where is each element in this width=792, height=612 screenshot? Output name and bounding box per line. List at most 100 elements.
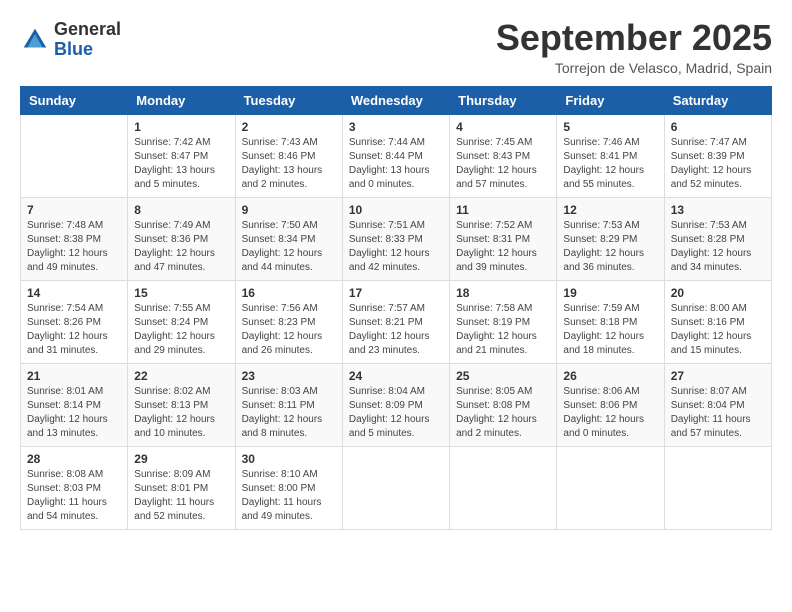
sunrise-text: Sunrise: 8:05 AM <box>456 385 550 399</box>
sunset-text: Sunset: 8:36 PM <box>134 233 228 247</box>
sunset-text: Sunset: 8:38 PM <box>27 233 121 247</box>
sunset-text: Sunset: 8:31 PM <box>456 233 550 247</box>
day-number: 28 <box>27 452 121 466</box>
calendar-cell: 25 Sunrise: 8:05 AMSunset: 8:08 PMDayligh… <box>450 364 557 447</box>
sunset-text: Sunset: 8:29 PM <box>563 233 657 247</box>
daylight-text: Daylight: 12 hours and 34 minutes. <box>671 247 765 275</box>
sunrise-text: Sunrise: 7:46 AM <box>563 136 657 150</box>
sunrise-text: Sunrise: 7:48 AM <box>27 219 121 233</box>
day-info: Sunrise: 7:50 AMSunset: 8:34 PMDaylight:… <box>242 219 336 275</box>
calendar-cell: 1 Sunrise: 7:42 AMSunset: 8:47 PMDaylight… <box>128 115 235 198</box>
calendar-cell: 28Sunrise: 8:08 AMSunset: 8:03 PMDayligh… <box>21 447 128 530</box>
day-number: 4 <box>456 120 550 134</box>
day-number: 14 <box>27 286 121 300</box>
day-info: Sunrise: 7:42 AMSunset: 8:47 PMDaylight:… <box>134 136 228 192</box>
calendar: SundayMondayTuesdayWednesdayThursdayFrid… <box>20 86 772 530</box>
week-row-3: 14 Sunrise: 7:54 AMSunset: 8:26 PMDayligh… <box>21 281 772 364</box>
sunrise-text: Sunrise: 7:55 AM <box>134 302 228 316</box>
day-number: 30 <box>242 452 336 466</box>
sunrise-text: Sunrise: 7:56 AM <box>242 302 336 316</box>
day-number: 9 <box>242 203 336 217</box>
day-info: Sunrise: 7:53 AMSunset: 8:28 PMDaylight:… <box>671 219 765 275</box>
day-info: Sunrise: 7:53 AMSunset: 8:29 PMDaylight:… <box>563 219 657 275</box>
daylight-text: Daylight: 12 hours and 42 minutes. <box>349 247 443 275</box>
daylight-text: Daylight: 12 hours and 18 minutes. <box>563 330 657 358</box>
weekday-row: SundayMondayTuesdayWednesdayThursdayFrid… <box>21 87 772 115</box>
sunrise-text: Sunrise: 8:09 AM <box>134 468 228 482</box>
sunset-text: Sunset: 8:00 PM <box>242 482 336 496</box>
sunset-text: Sunset: 8:16 PM <box>671 316 765 330</box>
daylight-text: Daylight: 11 hours and 54 minutes. <box>27 496 121 524</box>
week-row-5: 28Sunrise: 8:08 AMSunset: 8:03 PMDayligh… <box>21 447 772 530</box>
daylight-text: Daylight: 12 hours and 47 minutes. <box>134 247 228 275</box>
calendar-cell: 13 Sunrise: 7:53 AMSunset: 8:28 PMDayligh… <box>664 198 771 281</box>
day-number: 6 <box>671 120 765 134</box>
weekday-thursday: Thursday <box>450 87 557 115</box>
daylight-text: Daylight: 12 hours and 57 minutes. <box>456 164 550 192</box>
sunset-text: Sunset: 8:01 PM <box>134 482 228 496</box>
daylight-text: Daylight: 11 hours and 57 minutes. <box>671 413 765 441</box>
day-number: 29 <box>134 452 228 466</box>
day-info: Sunrise: 7:46 AMSunset: 8:41 PMDaylight:… <box>563 136 657 192</box>
sunrise-text: Sunrise: 8:02 AM <box>134 385 228 399</box>
daylight-text: Daylight: 12 hours and 55 minutes. <box>563 164 657 192</box>
day-number: 21 <box>27 369 121 383</box>
day-number: 24 <box>349 369 443 383</box>
daylight-text: Daylight: 13 hours and 5 minutes. <box>134 164 228 192</box>
day-info: Sunrise: 8:04 AMSunset: 8:09 PMDaylight:… <box>349 385 443 441</box>
logo-text: General Blue <box>54 20 121 60</box>
day-info: Sunrise: 8:05 AMSunset: 8:08 PMDaylight:… <box>456 385 550 441</box>
calendar-body: 1 Sunrise: 7:42 AMSunset: 8:47 PMDaylight… <box>21 115 772 530</box>
day-number: 25 <box>456 369 550 383</box>
calendar-cell: 24 Sunrise: 8:04 AMSunset: 8:09 PMDayligh… <box>342 364 449 447</box>
day-info: Sunrise: 7:45 AMSunset: 8:43 PMDaylight:… <box>456 136 550 192</box>
day-number: 13 <box>671 203 765 217</box>
sunset-text: Sunset: 8:21 PM <box>349 316 443 330</box>
day-number: 7 <box>27 203 121 217</box>
sunrise-text: Sunrise: 8:06 AM <box>563 385 657 399</box>
day-number: 1 <box>134 120 228 134</box>
sunrise-text: Sunrise: 7:51 AM <box>349 219 443 233</box>
sunset-text: Sunset: 8:03 PM <box>27 482 121 496</box>
calendar-cell: 3Sunrise: 7:44 AMSunset: 8:44 PMDaylight… <box>342 115 449 198</box>
sunrise-text: Sunrise: 8:00 AM <box>671 302 765 316</box>
sunrise-text: Sunrise: 7:57 AM <box>349 302 443 316</box>
day-info: Sunrise: 8:06 AMSunset: 8:06 PMDaylight:… <box>563 385 657 441</box>
daylight-text: Daylight: 12 hours and 44 minutes. <box>242 247 336 275</box>
daylight-text: Daylight: 12 hours and 29 minutes. <box>134 330 228 358</box>
calendar-cell: 23Sunrise: 8:03 AMSunset: 8:11 PMDayligh… <box>235 364 342 447</box>
daylight-text: Daylight: 11 hours and 52 minutes. <box>134 496 228 524</box>
sunset-text: Sunset: 8:19 PM <box>456 316 550 330</box>
day-info: Sunrise: 8:00 AMSunset: 8:16 PMDaylight:… <box>671 302 765 358</box>
sunset-text: Sunset: 8:23 PM <box>242 316 336 330</box>
day-info: Sunrise: 8:09 AMSunset: 8:01 PMDaylight:… <box>134 468 228 524</box>
day-info: Sunrise: 8:10 AMSunset: 8:00 PMDaylight:… <box>242 468 336 524</box>
sunset-text: Sunset: 8:47 PM <box>134 150 228 164</box>
daylight-text: Daylight: 12 hours and 52 minutes. <box>671 164 765 192</box>
calendar-cell: 29 Sunrise: 8:09 AMSunset: 8:01 PMDayligh… <box>128 447 235 530</box>
calendar-cell: 14 Sunrise: 7:54 AMSunset: 8:26 PMDayligh… <box>21 281 128 364</box>
calendar-cell: 15Sunrise: 7:55 AMSunset: 8:24 PMDayligh… <box>128 281 235 364</box>
sunrise-text: Sunrise: 7:43 AM <box>242 136 336 150</box>
calendar-cell: 17Sunrise: 7:57 AMSunset: 8:21 PMDayligh… <box>342 281 449 364</box>
day-number: 20 <box>671 286 765 300</box>
day-number: 18 <box>456 286 550 300</box>
calendar-cell <box>21 115 128 198</box>
sunset-text: Sunset: 8:18 PM <box>563 316 657 330</box>
logo: General Blue <box>20 20 121 60</box>
day-info: Sunrise: 7:54 AMSunset: 8:26 PMDaylight:… <box>27 302 121 358</box>
sunset-text: Sunset: 8:33 PM <box>349 233 443 247</box>
day-number: 26 <box>563 369 657 383</box>
calendar-cell: 19Sunrise: 7:59 AMSunset: 8:18 PMDayligh… <box>557 281 664 364</box>
calendar-cell <box>450 447 557 530</box>
sunset-text: Sunset: 8:08 PM <box>456 399 550 413</box>
sunset-text: Sunset: 8:13 PM <box>134 399 228 413</box>
calendar-cell: 16Sunrise: 7:56 AMSunset: 8:23 PMDayligh… <box>235 281 342 364</box>
day-number: 8 <box>134 203 228 217</box>
calendar-cell: 22Sunrise: 8:02 AMSunset: 8:13 PMDayligh… <box>128 364 235 447</box>
day-number: 19 <box>563 286 657 300</box>
sunrise-text: Sunrise: 7:50 AM <box>242 219 336 233</box>
daylight-text: Daylight: 12 hours and 0 minutes. <box>563 413 657 441</box>
daylight-text: Daylight: 11 hours and 49 minutes. <box>242 496 336 524</box>
sunrise-text: Sunrise: 7:52 AM <box>456 219 550 233</box>
